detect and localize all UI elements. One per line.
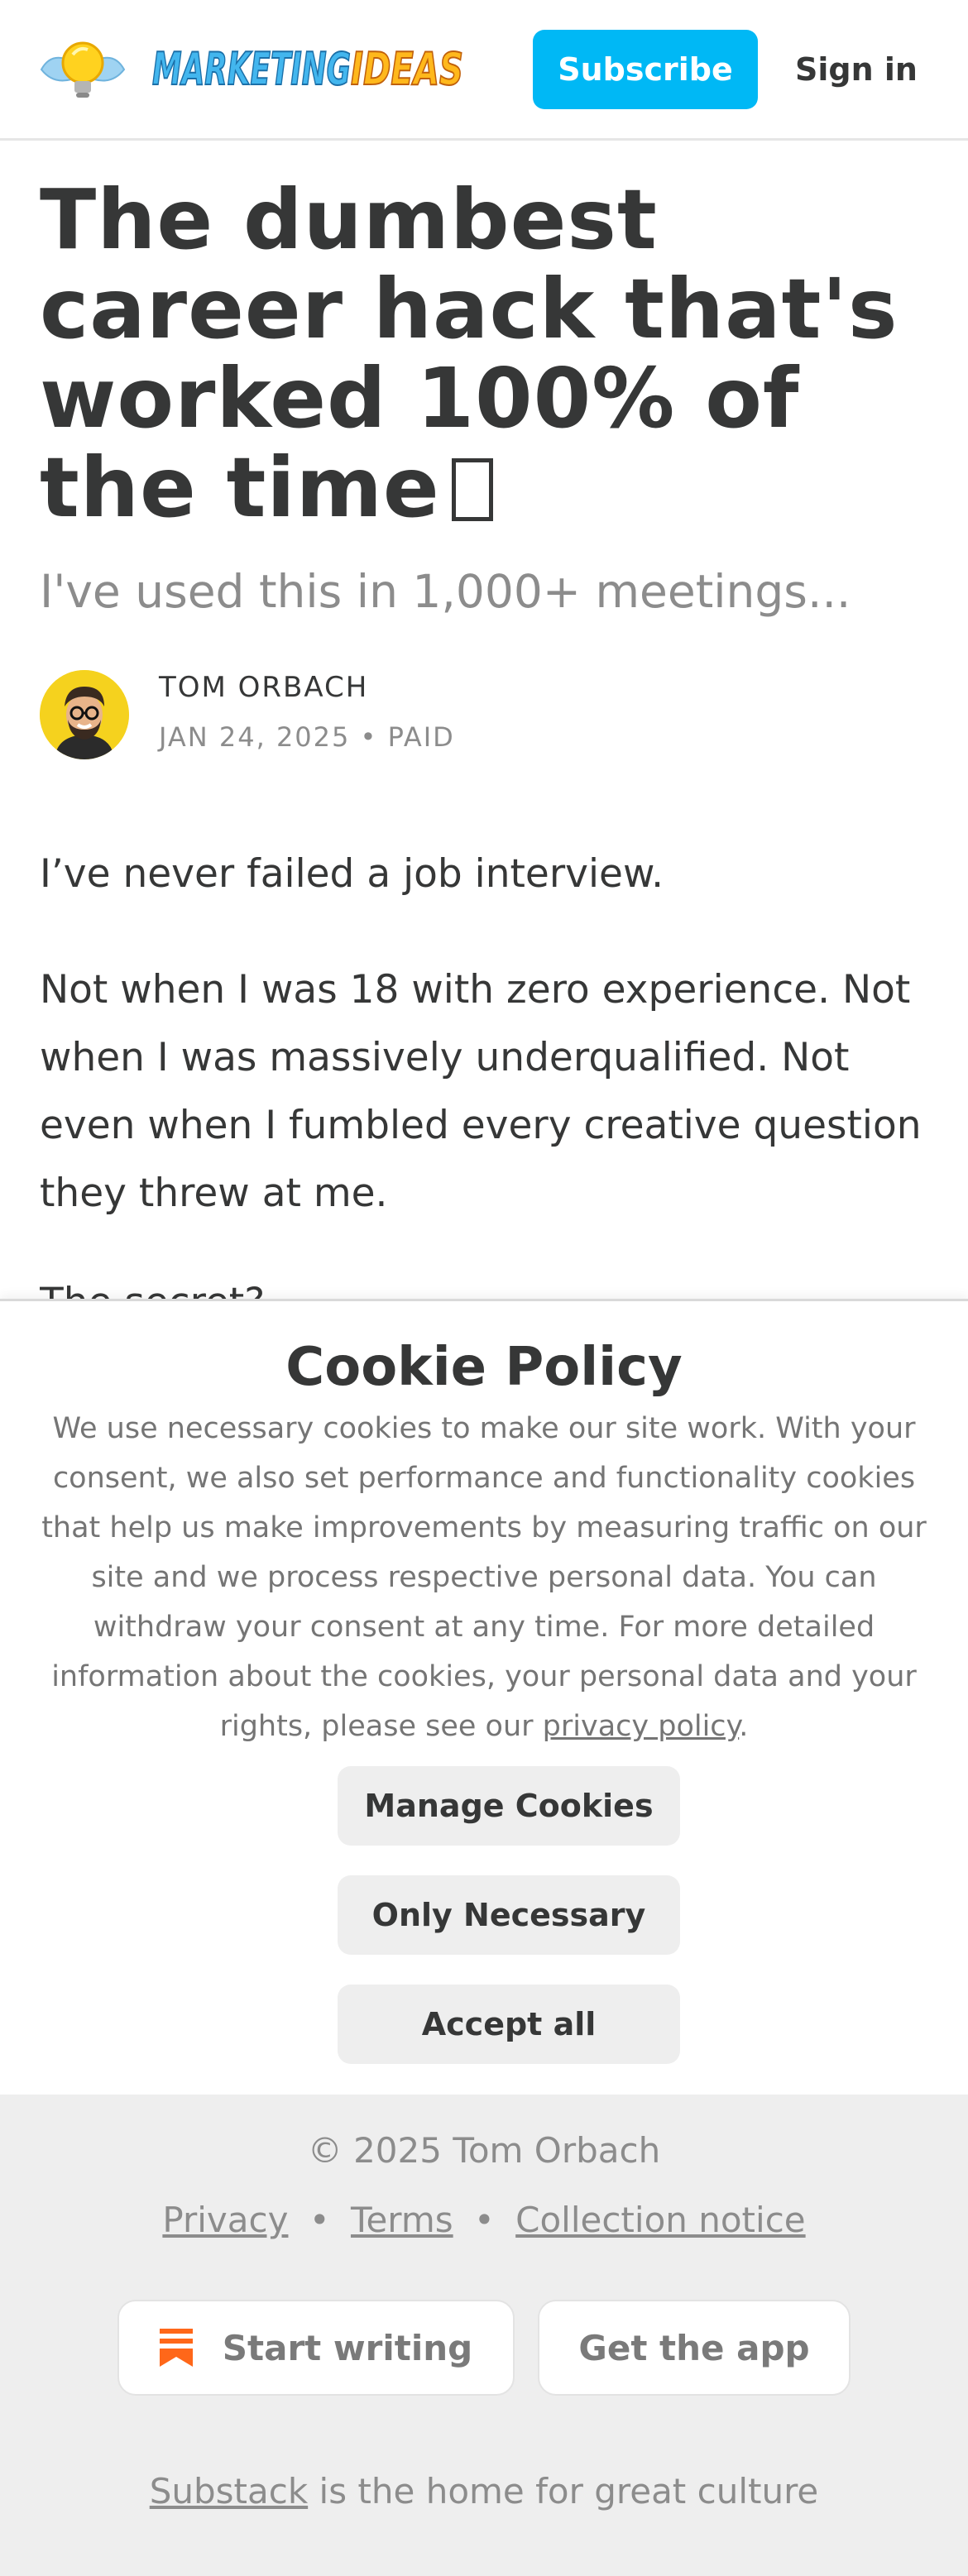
svg-text:IDEAS: IDEAS [351,43,463,95]
substack-link[interactable]: Substack [150,2471,308,2511]
link-separator: • [474,2200,495,2240]
privacy-link[interactable]: Privacy [162,2200,288,2240]
marketing-ideas-logo[interactable]: MARKETING IDEAS [149,36,467,96]
post-paragraph: The secret? [40,1269,942,1302]
cookie-banner: Cookie Policy We use necessary cookies t… [0,1299,968,2095]
post-date: JAN 24, 2025 [159,721,351,753]
cookie-title: Cookie Policy [285,1337,683,1398]
copyright: © 2025 Tom Orbach [307,2130,661,2171]
manage-cookies-button[interactable]: Manage Cookies [338,1766,680,1846]
avatar-illustration [40,670,129,759]
footer-tagline: Substack is the home for great culture [0,2468,968,2515]
post-subtitle: I've used this in 1,000+ meetings... [40,565,851,618]
author-name[interactable]: TOM ORBACH [159,670,368,705]
subscribe-button[interactable]: Subscribe [533,30,758,109]
meta-separator: • [360,721,378,753]
svg-text:MARKETING: MARKETING [152,43,351,95]
post-paragraph: Not when I was 18 with zero experience. … [40,967,922,1216]
start-writing-button[interactable]: Start writing [117,2300,515,2396]
sign-in-link[interactable]: Sign in [778,30,935,109]
privacy-policy-link[interactable]: privacy policy [543,1710,740,1743]
start-writing-label: Start writing [222,2327,473,2368]
access-badge: PAID [387,721,455,753]
footer-links: Privacy • Terms • Collection notice [0,2197,968,2243]
link-separator: • [309,2200,330,2240]
terms-link[interactable]: Terms [351,2200,453,2240]
cookie-text-end: . [739,1710,749,1743]
site-footer: © 2025 Tom Orbach Privacy • Terms • Coll… [0,2095,968,2576]
lightbulb-emoji-icon [451,458,493,521]
post-title: The dumbest career hack that's worked 10… [40,175,933,533]
post-meta: JAN 24, 2025 • PAID [159,720,455,754]
cookie-text: We use necessary cookies to make our sit… [33,1404,935,1751]
accept-all-button[interactable]: Accept all [338,1985,680,2064]
only-necessary-button[interactable]: Only Necessary [338,1875,680,1955]
cookie-description: We use necessary cookies to make our sit… [41,1412,927,1743]
substack-bookmark-icon [159,2329,193,2367]
tagline-text: is the home for great culture [308,2471,819,2511]
site-header: MARKETING IDEAS Subscribe Sign in [0,0,968,141]
lightbulb-logo-icon[interactable] [40,36,126,101]
post-paragraph: I’ve never failed a job interview. [40,851,664,897]
author-avatar[interactable] [40,670,129,759]
get-the-app-button[interactable]: Get the app [538,2300,851,2396]
page: MARKETING IDEAS Subscribe Sign in The du… [0,0,968,2576]
collection-notice-link[interactable]: Collection notice [515,2200,805,2240]
